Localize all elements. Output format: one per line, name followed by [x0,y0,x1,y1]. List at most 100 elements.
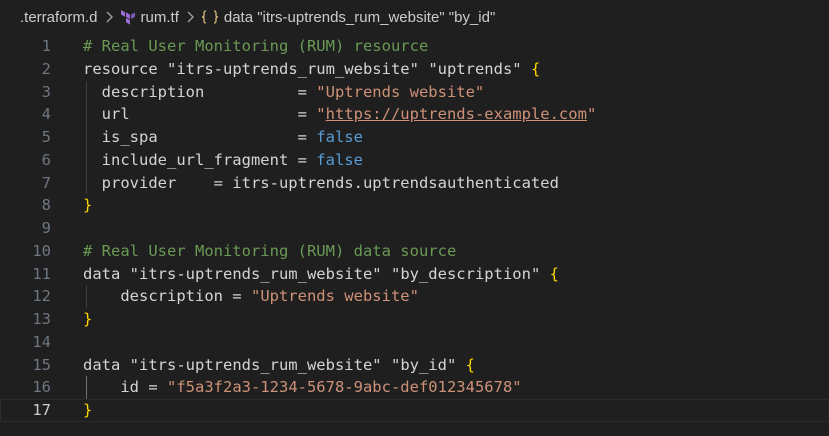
code-line[interactable]: 8} [0,194,829,217]
code-text[interactable]: # Real User Monitoring (RUM) data source [83,240,456,263]
line-number: 7 [41,173,51,192]
code-token: "by_description" [390,264,541,283]
code-editor[interactable]: .terraform.d rum.tf data "itrs-uptrends_… [0,0,829,436]
indent-guide [86,376,87,399]
code-text[interactable]: url = "https://uptrends-example.com" [83,103,597,126]
code-lines[interactable]: 1 # Real User Monitoring (RUM) resource 2 r… [0,35,829,422]
line-number: 9 [41,219,51,237]
code-token: false [316,128,363,146]
line-number: 13 [32,310,51,328]
breadcrumb-folder[interactable]: .terraform.d [20,9,98,26]
code-text[interactable]: # Real User Monitoring (RUM) resource [83,35,428,58]
breadcrumb-file[interactable]: rum.tf [120,9,179,26]
code-line[interactable]: 17} [0,399,829,422]
code-token: # Real User Monitoring (RUM) resource [83,37,429,55]
code-text[interactable]: } [83,194,92,217]
breadcrumb-symbol[interactable]: data "itrs-uptrends_rum_website" "by_id" [201,9,495,26]
code-token: "by_id" [390,355,457,374]
breadcrumb-symbol-label: data "itrs-uptrends_rum_website" "by_id" [223,8,496,26]
terraform-icon [120,9,136,25]
indent-guide [86,80,87,195]
code-token: data [83,264,130,283]
code-text[interactable]: data "itrs-uptrends_rum_website" "by_des… [83,263,559,286]
code-line[interactable]: 2 resource "itrs-uptrends_rum_website" "u… [0,58,829,81]
breadcrumb-folder-label: .terraform.d [20,8,98,26]
code-token: "Uptrends website" [250,287,419,306]
code-text[interactable]: is_spa = false [83,126,363,149]
line-number: 11 [32,264,51,283]
code-token: " [586,105,597,124]
code-line[interactable]: 14 [0,331,829,354]
chevron-right-icon [105,11,113,23]
code-token: "Uptrends website" [316,82,485,101]
code-token: " [316,105,326,124]
code-text[interactable]: data "itrs-uptrends_rum_website" "by_id"… [83,354,475,377]
symbol-namespace-icon [201,9,219,25]
code-token: "uptrends" [428,59,522,78]
line-number: 17 [32,401,51,419]
code-line[interactable]: 10 # Real User Monitoring (RUM) data sour… [0,240,829,263]
code-line[interactable]: 11 data "itrs-uptrends_rum_website" "by_d… [0,263,829,286]
code-text[interactable]: } [83,308,92,331]
code-token: } [83,310,93,328]
line-number: 1 [41,37,51,55]
line-number: 4 [41,105,51,124]
code-text[interactable]: } [83,399,92,422]
code-line[interactable]: 1 # Real User Monitoring (RUM) resource [0,35,829,58]
code-token: "itrs-uptrends_rum_website" [129,355,382,374]
line-number: 12 [32,287,51,306]
code-token: description = [83,82,317,101]
breadcrumb: .terraform.d rum.tf data "itrs-uptrends_… [0,0,829,34]
code-line[interactable]: 5 is_spa = false [0,126,829,149]
line-number: 10 [32,241,51,260]
line-number: 14 [32,332,51,351]
code-line[interactable]: 15 data "itrs-uptrends_rum_website" "by_i… [0,354,829,377]
line-number: 15 [32,355,51,374]
code-text[interactable]: include_url_fragment = false [83,149,363,172]
code-token: false [316,150,363,169]
code-text[interactable]: provider = itrs-uptrends.uptrendsauthent… [83,172,559,195]
code-token: { [465,355,475,374]
code-line[interactable]: 16 id = "f5a3f2a3-1234-5678-9abc-def0123… [0,376,829,399]
url-link[interactable]: https://uptrends-example.com [326,105,587,123]
code-line[interactable]: 9 [0,217,829,240]
code-token: "f5a3f2a3-1234-5678-9abc-def012345678" [167,378,522,397]
line-number: 5 [41,128,51,146]
code-text[interactable]: resource "itrs-uptrends_rum_website" "up… [83,58,540,81]
code-line[interactable]: 12 description = "Uptrends website" [0,285,829,308]
code-token: } [83,196,93,215]
code-token: "itrs-uptrends_rum_website" [129,264,382,283]
code-text[interactable]: description = "Uptrends website" [83,81,485,104]
code-token: resource [83,59,167,78]
code-token: # Real User Monitoring (RUM) data source [83,241,457,260]
code-token: include_url_fragment = [83,150,317,169]
code-line[interactable]: 3 description = "Uptrends website" [0,81,829,104]
code-token: { [549,264,559,283]
code-line[interactable]: 13} [0,308,829,331]
code-text[interactable]: id = "f5a3f2a3-1234-5678-9abc-def0123456… [83,376,522,399]
line-number: 3 [41,82,51,101]
line-number: 16 [32,378,51,397]
indent-guide [86,285,87,308]
chevron-right-icon [186,11,194,23]
code-token: is_spa = [83,128,317,146]
code-line[interactable]: 7 provider = itrs-uptrends.uptrendsauthe… [0,172,829,195]
code-line[interactable]: 4 url = "https://uptrends-example.com" [0,103,829,126]
code-text[interactable]: description = "Uptrends website" [83,285,419,308]
code-token: provider = itrs-uptrends.uptrendsauthent… [83,173,559,192]
code-line[interactable]: 6 include_url_fragment = false [0,149,829,172]
code-token: "itrs-uptrends_rum_website" [167,59,419,78]
code-token: } [83,401,93,419]
line-number: 2 [41,59,51,78]
code-token: id = [83,378,167,397]
code-token: data [83,355,130,374]
line-number: 6 [41,150,51,169]
code-token: { [530,59,541,78]
code-token: url = [83,105,317,124]
